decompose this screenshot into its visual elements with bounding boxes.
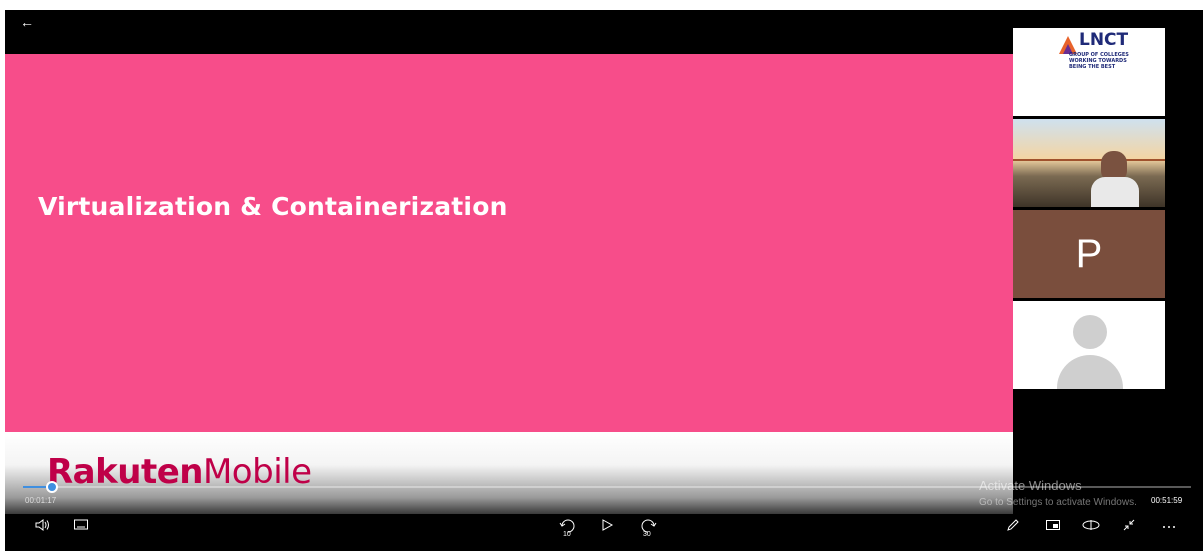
pencil-icon: [1007, 519, 1019, 531]
avatar-head: [1073, 315, 1107, 349]
mini-view-button[interactable]: [1043, 515, 1063, 537]
seek-thumb[interactable]: [46, 481, 58, 493]
participant-tile-logo[interactable]: LNCT GROUP OF COLLEGES WORKING TOWARDS B…: [1013, 28, 1165, 116]
more-button[interactable]: [1157, 515, 1181, 537]
skip-forward-label: 30: [643, 531, 651, 538]
total-time: 00:51:59: [1151, 496, 1183, 505]
participant-tile-avatar[interactable]: [1013, 301, 1165, 389]
play-button[interactable]: [597, 515, 617, 537]
more-icon: [1163, 526, 1175, 528]
avatar-body: [1057, 355, 1123, 389]
360-icon: [1082, 520, 1100, 530]
play-icon: [602, 519, 614, 531]
participant-tile-p[interactable]: P: [1013, 210, 1165, 298]
exit-fullscreen-icon: [1123, 519, 1135, 531]
current-time: 00:01:17: [25, 496, 57, 505]
lnct-logo-text: LNCT: [1079, 30, 1129, 50]
control-bar: 10 30: [5, 515, 1203, 545]
arrow-left-icon: ←: [20, 14, 34, 30]
presenter-body: [1091, 177, 1139, 207]
bridge-background: [1013, 159, 1165, 161]
subtitles-icon: [74, 519, 88, 530]
participant-tile-video[interactable]: [1013, 119, 1165, 207]
activate-windows-subtitle: Go to Settings to activate Windows.: [979, 497, 1137, 508]
back-button[interactable]: ←: [15, 12, 39, 32]
edit-button[interactable]: [1003, 515, 1023, 537]
slide-footer: RakutenMobile: [5, 432, 1013, 514]
participant-initial: P: [1075, 232, 1103, 276]
presentation-slide: Virtualization & Containerization: [5, 54, 1013, 434]
exit-fullscreen-button[interactable]: [1119, 515, 1139, 537]
lnct-tagline: GROUP OF COLLEGES WORKING TOWARDS BEING …: [1069, 52, 1129, 70]
skip-back-button[interactable]: 10: [557, 515, 579, 538]
skip-back-label: 10: [563, 531, 571, 538]
participant-strip: LNCT GROUP OF COLLEGES WORKING TOWARDS B…: [1013, 28, 1203, 398]
speaker-icon: [35, 519, 49, 531]
seek-bar[interactable]: [23, 481, 1191, 493]
360-button[interactable]: [1079, 515, 1103, 537]
skip-forward-button[interactable]: 30: [637, 515, 659, 538]
subtitles-button[interactable]: [71, 515, 91, 537]
slide-title: Virtualization & Containerization: [38, 192, 508, 221]
mini-view-icon: [1046, 520, 1060, 530]
video-player[interactable]: ← Virtualization & Containerization Raku…: [5, 10, 1203, 551]
volume-button[interactable]: [33, 515, 53, 537]
